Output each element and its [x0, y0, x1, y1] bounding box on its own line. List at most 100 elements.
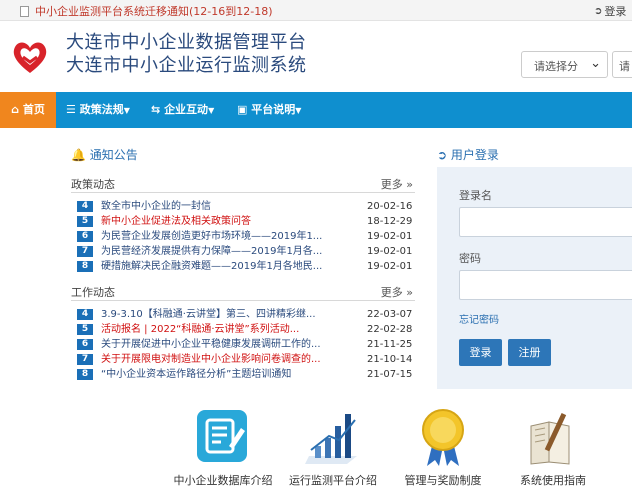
list-item[interactable]: 5 新中小企业促进法及相关政策问答 18-12-29 — [77, 214, 415, 229]
category-select[interactable]: 请选择分 ⌄ — [521, 51, 608, 78]
picture-icon: ▣ — [237, 103, 248, 116]
list-item-date: 20-02-16 — [367, 201, 413, 212]
forgot-password-link[interactable]: 忘记密码 — [459, 311, 499, 326]
list-item[interactable]: 6 关于开展促进中小企业平稳健康发展调研工作的... 21-11-25 — [77, 337, 415, 352]
login-button[interactable]: 登录 — [459, 339, 502, 366]
list-item-number-badge: 7 — [77, 246, 93, 257]
main-nav: ⌂ 首页 ☰ 政策法规▼ ⇆ 企业互动▼ ▣ 平台说明▼ — [0, 92, 632, 128]
policy-subhead: 政策动态 更多 » — [71, 176, 415, 193]
list-item-date: 21-10-14 — [367, 354, 413, 365]
user-guide-label: 系统使用指南 — [520, 474, 586, 487]
reward-system-label: 管理与奖励制度 — [404, 474, 482, 487]
list-item-number-badge: 6 — [77, 231, 93, 242]
list-item[interactable]: 7 为民营经济发展提供有力保障——2019年1月各... 19-02-01 — [77, 244, 415, 259]
search-input-placeholder: 请 — [619, 60, 630, 73]
medal-icon — [422, 409, 464, 466]
list-item-date: 19-02-01 — [367, 231, 413, 242]
username-label: 登录名 — [459, 189, 492, 202]
site-title-line2: 大连市中小企业运行监测系统 — [66, 55, 307, 76]
caret-down-icon: ▼ — [208, 106, 215, 115]
bell-icon: 🔔 — [71, 148, 86, 162]
monitoring-intro-label: 运行监测平台介绍 — [289, 474, 377, 487]
list-item-title[interactable]: 活动报名 | 2022“科融通·云讲堂”系列活动... — [101, 322, 333, 337]
search-input[interactable]: 请 — [612, 51, 632, 78]
document-icon — [20, 5, 29, 17]
work-heading: 工作动态 — [71, 286, 115, 299]
list-item-number-badge: 4 — [77, 201, 93, 212]
list-item[interactable]: 8 硬措施解决民企融资难题——2019年1月各地民... 19-02-01 — [77, 259, 415, 274]
list-item-number-badge: 7 — [77, 354, 93, 365]
list-item-number-badge: 8 — [77, 369, 93, 380]
nav-interaction[interactable]: ⇆ 企业互动▼ — [151, 92, 214, 128]
database-intro-label: 中小企业数据库介绍 — [173, 474, 273, 487]
list-item-date: 18-12-29 — [367, 216, 413, 227]
password-label: 密码 — [459, 252, 481, 265]
site-header: 大连市中小企业数据管理平台 大连市中小企业运行监测系统 请选择分 ⌄ 请 — [0, 21, 632, 92]
caret-down-icon: ▼ — [295, 106, 302, 115]
notice-title-text: 通知公告 — [89, 148, 138, 162]
list-item-number-badge: 6 — [77, 339, 93, 350]
login-panel: 登录名 密码 忘记密码 登录 注册 — [437, 167, 632, 389]
list-icon: ☰ — [66, 103, 76, 116]
list-item-title[interactable]: 关于开展限电对制造业中小企业影响问卷调查的... — [101, 352, 333, 367]
category-select-value: 请选择分 — [534, 60, 578, 73]
top-bar: 中小企业监测平台系统迁移通知(12-16到12-18) ➲ 登录 — [0, 0, 632, 21]
list-item-number-badge: 4 — [77, 309, 93, 320]
caret-down-icon: ▼ — [123, 106, 130, 115]
home-icon: ⌂ — [11, 103, 20, 116]
login-section-title: ➲ 用户登录 — [437, 146, 499, 163]
username-field[interactable] — [459, 207, 632, 237]
chart-icon — [305, 414, 357, 464]
list-item[interactable]: 4 3.9-3.10【科融通·云讲堂】第三、四讲精彩继... 22-03-07 — [77, 307, 415, 322]
nav-home-label: 首页 — [22, 103, 45, 116]
list-item-number-badge: 5 — [77, 324, 93, 335]
nav-policy[interactable]: ☰ 政策法规▼ — [66, 92, 130, 128]
list-item-title[interactable]: 为民营经济发展提供有力保障——2019年1月各... — [101, 244, 333, 259]
policy-heading: 政策动态 — [71, 178, 115, 191]
list-item[interactable]: 5 活动报名 | 2022“科融通·云讲堂”系列活动... 22-02-28 — [77, 322, 415, 337]
list-item[interactable]: 4 致全市中小企业的一封信 20-02-16 — [77, 199, 415, 214]
book-icon — [530, 413, 570, 465]
top-login-text: 登录 — [604, 5, 627, 18]
list-item-title[interactable]: 为民营企业发展创造更好市场环境——2019年1... — [101, 229, 333, 244]
nav-interaction-label: 企业互动 — [164, 103, 209, 116]
list-item[interactable]: 7 关于开展限电对制造业中小企业影响问卷调查的... 21-10-14 — [77, 352, 415, 367]
list-item-title[interactable]: 关于开展促进中小企业平稳健康发展调研工作的... — [101, 337, 333, 352]
site-title: 大连市中小企业数据管理平台 大连市中小企业运行监测系统 — [66, 31, 307, 77]
list-item-date: 19-02-01 — [367, 246, 413, 257]
login-title-text: 用户登录 — [450, 148, 499, 162]
list-item-date: 22-02-28 — [367, 324, 413, 335]
policy-more-link[interactable]: 更多 » — [381, 176, 413, 192]
chevron-down-icon: ⌄ — [590, 56, 601, 71]
notice-section-title: 🔔 通知公告 — [71, 146, 138, 163]
list-item-title[interactable]: 新中小企业促进法及相关政策问答 — [101, 214, 333, 229]
work-more-link[interactable]: 更多 » — [381, 284, 413, 300]
list-item-title[interactable]: 硬措施解决民企融资难题——2019年1月各地民... — [101, 259, 333, 274]
site-logo[interactable] — [9, 35, 51, 77]
work-subhead: 工作动态 更多 » — [71, 284, 415, 301]
login-arrow-icon: ➲ — [594, 5, 603, 17]
list-item-date: 21-07-15 — [367, 369, 413, 380]
nav-home[interactable]: ⌂ 首页 — [0, 92, 56, 128]
shuffle-icon: ⇆ — [151, 103, 161, 116]
site-title-line1: 大连市中小企业数据管理平台 — [66, 32, 307, 53]
password-field[interactable] — [459, 270, 632, 300]
policy-list: 4 致全市中小企业的一封信 20-02-16 5 新中小企业促进法及相关政策问答 18-1… — [77, 199, 415, 274]
list-item-title[interactable]: 3.9-3.10【科融通·云讲堂】第三、四讲精彩继... — [101, 307, 333, 322]
database-icon — [197, 410, 247, 462]
work-more-text: 更多 — [380, 286, 403, 299]
list-item-date: 21-11-25 — [367, 339, 413, 350]
list-item[interactable]: 8 “中小企业资本运作路径分析”主题培训通知 21-07-15 — [77, 367, 415, 382]
list-item-title[interactable]: “中小企业资本运作路径分析”主题培训通知 — [101, 367, 333, 382]
nav-platform-label: 平台说明 — [251, 103, 296, 116]
list-item[interactable]: 6 为民营企业发展创造更好市场环境——2019年1... 19-02-01 — [77, 229, 415, 244]
login-icon: ➲ — [437, 148, 448, 162]
list-item-date: 22-03-07 — [367, 309, 413, 320]
top-login-link[interactable]: ➲ 登录 — [594, 3, 626, 19]
migration-notice-link[interactable]: 中小企业监测平台系统迁移通知(12-16到12-18) — [20, 3, 273, 19]
list-item-number-badge: 5 — [77, 216, 93, 227]
policy-more-text: 更多 — [380, 178, 403, 191]
nav-platform[interactable]: ▣ 平台说明▼ — [237, 92, 301, 128]
list-item-title[interactable]: 致全市中小企业的一封信 — [101, 199, 333, 214]
register-button[interactable]: 注册 — [508, 339, 551, 366]
